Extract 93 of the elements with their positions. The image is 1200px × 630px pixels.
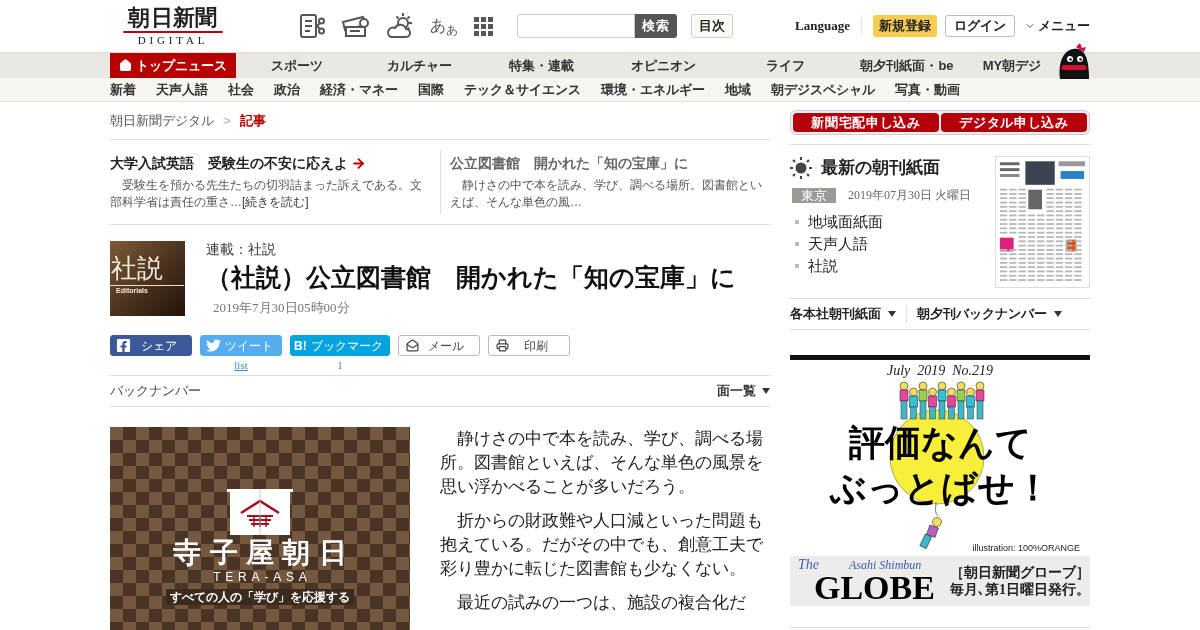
page-list-dropdown[interactable]: 面一覧	[717, 381, 770, 401]
breadcrumb-link[interactable]: 朝日新聞デジタル	[110, 110, 214, 131]
share-button[interactable]: 印刷	[488, 335, 570, 356]
paper-dropdown[interactable]: 各本社朝刊紙面	[790, 304, 896, 324]
magazine-tagline: 毎月､第1日曜日発行。	[950, 581, 1090, 598]
share-count[interactable]: list	[234, 357, 248, 373]
related-headline[interactable]: 大学入試英語 受験生の不安に応えよ	[110, 153, 348, 173]
nav-link[interactable]: 社会	[228, 81, 254, 98]
text-size-button[interactable]: あ$_{あ}$	[430, 16, 458, 36]
newspaper-page-drawing[interactable]	[995, 156, 1090, 288]
nav-link[interactable]: 政治	[274, 81, 300, 98]
paper-link[interactable]: 社説	[808, 255, 838, 277]
banner-title: 寺子屋朝日	[172, 537, 356, 569]
paper-heading: 最新の朝刊紙面	[821, 157, 940, 179]
magazine-tagline: ［朝日新聞グローブ］	[950, 564, 1090, 581]
related-headline[interactable]: 公立図書館 開かれた「知の宝庫」に	[450, 153, 688, 173]
series-label[interactable]: 連載：社説	[206, 241, 736, 257]
printer-icon	[496, 339, 509, 352]
nav-link[interactable]: 新着	[110, 81, 136, 98]
sun-icon	[790, 157, 812, 179]
breadcrumb-link[interactable]: 記事	[239, 110, 266, 131]
subscribe-button[interactable]: デジタル申し込み	[941, 113, 1087, 132]
language-link[interactable]: Language	[795, 16, 850, 36]
ticket-icon[interactable]	[342, 15, 370, 37]
bullet-icon	[795, 220, 799, 224]
illustration-credit: illustration: 100%ORANGE	[972, 543, 1080, 553]
nav-link[interactable]: 朝デジスペシャル	[771, 81, 875, 98]
nav-tab[interactable]: 特集・連載	[480, 53, 602, 78]
weather-icon[interactable]	[386, 13, 414, 39]
article-paragraph: 折からの財政難や人口減といった問題も抱えている。だがその中でも、創意工夫で彩り豊かに転じた図書館も少なくない。	[440, 510, 764, 580]
nav-tab[interactable]: カルチャー	[358, 53, 480, 78]
bullet-icon	[795, 242, 799, 246]
subscribe-button[interactable]: 新聞宅配申し込み	[793, 113, 939, 132]
paper-link[interactable]: 地域面紙面	[808, 211, 883, 233]
login-button[interactable]: ログイン	[945, 15, 1015, 37]
article-title: （社説）公立図書館 開かれた「知の宝庫」に	[206, 262, 736, 292]
banner-ad[interactable]: 寺子屋朝日 TERA-ASA すべての人の「学び」を応援する	[110, 427, 410, 630]
facebook-icon	[116, 338, 131, 353]
logo-prefix: The	[798, 558, 819, 572]
nav-tab[interactable]: トップニュース	[110, 53, 236, 78]
logo-wordmark: GLOBE	[814, 572, 936, 604]
ad-issue-label: July 2019 No.219	[886, 362, 994, 380]
caret-down-icon	[888, 311, 896, 317]
paper-link[interactable]: 天声人語	[808, 233, 868, 255]
register-button[interactable]: 新規登録	[873, 15, 937, 37]
share-button[interactable]: シェア	[110, 335, 192, 356]
logo-title[interactable]: 朝日新聞	[128, 6, 218, 30]
caret-down-icon	[1054, 311, 1062, 317]
nav-link[interactable]: 写真・動画	[895, 81, 960, 98]
banner-subtitle: TERA-ASA	[212, 569, 312, 585]
thumbnail-title: 社説	[110, 255, 164, 283]
nav-link[interactable]: 地域	[725, 81, 751, 98]
back-number-label: バックナンバー	[110, 382, 201, 401]
region-tag: 東京	[792, 188, 836, 203]
breadcrumb-separator: >	[223, 111, 231, 130]
article-date: 2019年7月30日05時00分	[212, 299, 351, 317]
bird-icon	[206, 338, 221, 353]
nav-tab[interactable]: オピニオン	[602, 53, 724, 78]
nav-tab[interactable]: 朝夕刊紙面・be	[846, 53, 968, 78]
nav-link[interactable]: 国際	[418, 81, 444, 98]
nav-tab[interactable]: ライフ	[724, 53, 846, 78]
caret-down-icon	[762, 388, 770, 394]
bullet-icon	[795, 264, 799, 268]
nav-link[interactable]: 天声人語	[156, 81, 208, 98]
temple-logo-icon	[227, 489, 293, 535]
index-button[interactable]: 目次	[691, 14, 733, 38]
logo-script: Asahi Shimbun	[849, 558, 922, 572]
logo-subtitle[interactable]: DIGITAL	[137, 34, 209, 46]
share-count[interactable]: 1	[337, 357, 343, 373]
article-paragraph: 静けさの中で本を読み、学び、調べる場所。図書館といえば、そんな単色の風景を思い浮かべることが多いだろう。	[440, 428, 764, 498]
share-button[interactable]: メール	[398, 335, 480, 356]
bookmark-logo: B!	[294, 338, 307, 353]
nav-link[interactable]: テック＆サイエンス	[464, 81, 581, 98]
read-more-link[interactable]: [続きを読む]	[242, 194, 309, 209]
search-field[interactable]	[517, 14, 635, 38]
nav-link[interactable]: 経済・マネー	[320, 81, 398, 98]
banner-tagline: すべての人の「学び」を応援する	[166, 589, 354, 605]
paper-date: 2019年07月30日 火曜日	[848, 188, 971, 203]
ad-headline: ぶっとばせ！	[829, 466, 1051, 510]
menu-button[interactable]: メニュー	[1024, 16, 1090, 36]
home-icon	[119, 59, 132, 72]
mail-icon	[406, 339, 419, 352]
nav-link[interactable]: 環境・エネルギー	[601, 81, 705, 98]
related-excerpt: 受験生を預かる先生たちの切羽詰まった訴えである。文部科学省は責任の重さ…[続きを読む]	[110, 177, 423, 210]
nav-tab[interactable]: MY朝デジ	[968, 53, 1056, 78]
article-paragraph: 最近の試みの一つは、施設の複合化だ	[456, 592, 747, 614]
search-button[interactable]: 検索	[635, 14, 677, 38]
paper-dropdown[interactable]: 朝夕刊バックナンバー	[917, 304, 1062, 324]
nav-tab[interactable]: スポーツ	[236, 53, 358, 78]
related-excerpt: 静けさの中で本を読み、学び、調べる場所。図書館といえば、そんな単色の風…	[450, 177, 763, 210]
arrow-right-icon	[351, 155, 366, 171]
newspaper-icon[interactable]	[300, 14, 326, 38]
grid-menu-icon[interactable]	[474, 16, 493, 36]
